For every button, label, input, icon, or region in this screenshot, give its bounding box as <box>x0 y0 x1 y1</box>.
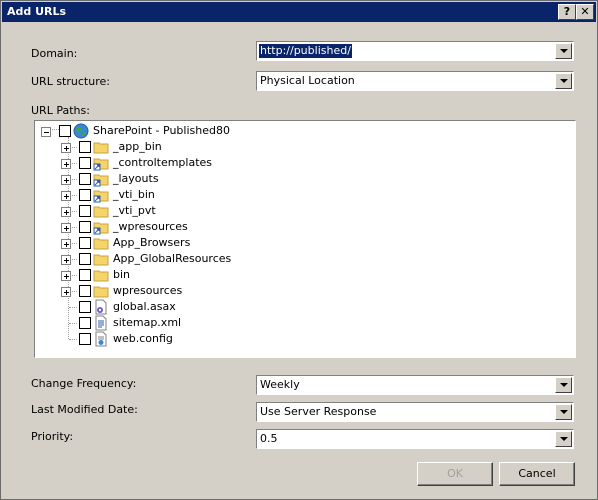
tree-item[interactable]: _app_bin <box>35 139 565 155</box>
folder-icon <box>93 142 109 154</box>
expand-icon[interactable] <box>61 159 71 169</box>
checkbox[interactable] <box>79 253 91 265</box>
tree-item-label: _vti_pvt <box>113 204 156 217</box>
chevron-down-icon[interactable] <box>555 377 572 393</box>
tree-item-label: App_Browsers <box>113 236 191 249</box>
globe-icon <box>73 123 89 139</box>
last-modified-value: Use Server Response <box>260 405 377 418</box>
change-frequency-select[interactable]: Weekly <box>256 375 574 395</box>
close-button[interactable]: ✕ <box>576 4 594 20</box>
checkbox[interactable] <box>79 317 91 329</box>
tree-item[interactable]: _vti_bin <box>35 187 565 203</box>
tree-item-label: wpresources <box>113 284 183 297</box>
tree-item[interactable]: global.asax <box>35 299 565 315</box>
tree-item-label: _app_bin <box>113 140 162 153</box>
tree-item[interactable]: sitemap.xml <box>35 315 565 331</box>
chevron-down-icon[interactable] <box>555 404 572 420</box>
dialog-title: Add URLs <box>7 5 67 18</box>
cancel-button[interactable]: Cancel <box>499 462 575 486</box>
url-paths-label: URL Paths: <box>31 104 90 117</box>
checkbox[interactable] <box>79 285 91 297</box>
expand-icon[interactable] <box>61 143 71 153</box>
checkbox[interactable] <box>79 141 91 153</box>
expand-icon[interactable] <box>61 255 71 265</box>
tree-item[interactable]: bin <box>35 267 565 283</box>
tree-item-label: web.config <box>113 332 173 345</box>
folder-icon <box>93 254 109 266</box>
checkbox[interactable] <box>79 221 91 233</box>
url-paths-tree[interactable]: SharePoint - Published80 _app_bin _contr… <box>34 120 576 358</box>
expand-icon[interactable] <box>61 287 71 297</box>
checkbox[interactable] <box>79 173 91 185</box>
tree-item-label: sitemap.xml <box>113 316 182 329</box>
checkbox[interactable] <box>59 125 71 137</box>
tree-item[interactable]: App_GlobalResources <box>35 251 565 267</box>
tree-root[interactable]: SharePoint - Published80 <box>35 123 565 139</box>
chevron-down-icon[interactable] <box>555 73 572 89</box>
checkbox[interactable] <box>79 237 91 249</box>
folder-icon <box>93 286 109 298</box>
checkbox[interactable] <box>79 157 91 169</box>
checkbox[interactable] <box>79 333 91 345</box>
expand-icon[interactable] <box>61 239 71 249</box>
help-button[interactable]: ? <box>558 4 576 20</box>
chevron-down-icon[interactable] <box>555 431 572 447</box>
folder-icon <box>93 206 109 218</box>
domain-value: http://published/ <box>259 44 352 58</box>
checkbox[interactable] <box>79 189 91 201</box>
add-urls-dialog: Add URLs ? ✕ Domain: http://published/ U… <box>0 0 598 500</box>
tree-item[interactable]: App_Browsers <box>35 235 565 251</box>
tree-item-label: _vti_bin <box>113 188 155 201</box>
tree-item[interactable]: web.config <box>35 331 565 347</box>
folder-link-icon <box>93 158 109 171</box>
config-file-icon <box>95 331 107 347</box>
folder-link-icon <box>93 222 109 235</box>
change-frequency-value: Weekly <box>260 378 300 391</box>
priority-value: 0.5 <box>260 432 278 445</box>
tree-item-label: _layouts <box>113 172 159 185</box>
collapse-icon[interactable] <box>41 127 51 137</box>
folder-link-icon <box>93 174 109 187</box>
url-structure-label: URL structure: <box>31 75 110 88</box>
checkbox[interactable] <box>79 301 91 313</box>
change-frequency-label: Change Frequency: <box>31 377 137 390</box>
tree-item-label: global.asax <box>113 300 176 313</box>
last-modified-label: Last Modified Date: <box>31 403 138 416</box>
checkbox[interactable] <box>79 205 91 217</box>
title-bar[interactable]: Add URLs ? ✕ <box>2 2 596 22</box>
tree-root-label: SharePoint - Published80 <box>93 124 230 137</box>
tree-item-label: _controltemplates <box>113 156 213 169</box>
tree-item[interactable]: _controltemplates <box>35 155 565 171</box>
url-structure-select[interactable]: Physical Location <box>256 71 574 91</box>
priority-select[interactable]: 0.5 <box>256 429 574 449</box>
tree-item[interactable]: _layouts <box>35 171 565 187</box>
tree-item[interactable]: _vti_pvt <box>35 203 565 219</box>
folder-link-icon <box>93 190 109 203</box>
expand-icon[interactable] <box>61 191 71 201</box>
priority-label: Priority: <box>31 430 74 443</box>
xml-file-icon <box>95 315 107 331</box>
checkbox[interactable] <box>79 269 91 281</box>
folder-icon <box>93 238 109 250</box>
domain-combo[interactable]: http://published/ <box>256 41 574 61</box>
expand-icon[interactable] <box>61 207 71 217</box>
last-modified-select[interactable]: Use Server Response <box>256 402 574 422</box>
folder-icon <box>93 270 109 282</box>
tree-item-label: App_GlobalResources <box>113 252 232 265</box>
chevron-down-icon[interactable] <box>555 43 572 59</box>
expand-icon[interactable] <box>61 175 71 185</box>
expand-icon[interactable] <box>61 271 71 281</box>
tree-item-label: bin <box>113 268 131 281</box>
tree-item[interactable]: wpresources <box>35 283 565 299</box>
tree-item-label: _wpresources <box>113 220 188 233</box>
url-structure-value: Physical Location <box>260 74 355 87</box>
tree-item[interactable]: _wpresources <box>35 219 565 235</box>
asax-file-icon <box>95 299 107 315</box>
domain-label: Domain: <box>31 47 78 60</box>
expand-icon[interactable] <box>61 223 71 233</box>
ok-button[interactable]: OK <box>417 462 493 486</box>
